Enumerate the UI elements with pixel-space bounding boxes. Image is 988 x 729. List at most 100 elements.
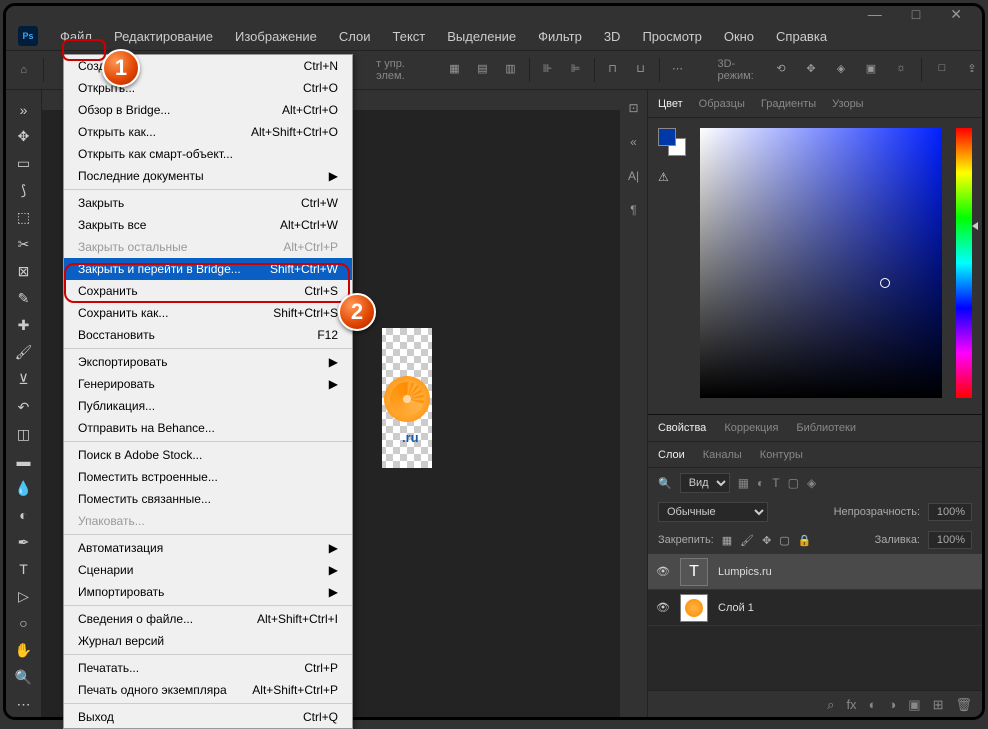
tab-adjustments[interactable]: Коррекция <box>724 422 778 434</box>
hand-tool[interactable]: ✋ <box>10 637 38 664</box>
blend-mode-select[interactable]: Обычные <box>658 502 768 522</box>
pen-tool[interactable]: ✒ <box>10 529 38 556</box>
more-tool[interactable]: ⋯ <box>10 691 38 718</box>
menu-view[interactable]: Просмотр <box>632 25 711 48</box>
dist-icon[interactable]: ⊔ <box>631 58 651 78</box>
menu-edit[interactable]: Редактирование <box>104 25 223 48</box>
visibility-toggle[interactable]: 👁 <box>656 601 670 614</box>
lasso-tool[interactable]: ⟆ <box>10 177 38 204</box>
menu-item[interactable]: Поиск в Adobe Stock... <box>64 444 352 466</box>
adjust-layer-icon[interactable]: ◑ <box>888 697 896 712</box>
menu-item[interactable]: СохранитьCtrl+S <box>64 280 352 302</box>
align-icon[interactable]: ▤ <box>473 58 493 78</box>
move-tool[interactable]: ✥ <box>10 123 38 150</box>
close-icon[interactable]: ✕ <box>950 6 962 23</box>
new-layer-icon[interactable]: ⊞ <box>933 697 944 713</box>
menu-item[interactable]: ВосстановитьF12 <box>64 324 352 346</box>
menu-help[interactable]: Справка <box>766 25 837 48</box>
menu-item[interactable]: Поместить встроенные... <box>64 466 352 488</box>
filter-text-icon[interactable]: T <box>772 476 779 490</box>
delete-layer-icon[interactable]: 🗑 <box>955 697 972 713</box>
menu-layers[interactable]: Слои <box>329 25 381 48</box>
filter-shape-icon[interactable]: ▢ <box>788 476 799 490</box>
crop-tool[interactable]: ✂ <box>10 231 38 258</box>
fx-icon[interactable]: fx <box>846 697 856 712</box>
dodge-tool[interactable]: ◐ <box>10 502 38 529</box>
visibility-toggle[interactable]: 👁 <box>656 565 670 578</box>
zoom-tool[interactable]: 🔍 <box>10 664 38 691</box>
brush-tool[interactable]: 🖌 <box>10 339 38 366</box>
tab-layers[interactable]: Слои <box>658 449 685 461</box>
wand-tool[interactable]: ⬚ <box>10 204 38 231</box>
3d-icon[interactable]: ✥ <box>801 58 821 78</box>
eyedrop-tool[interactable]: ✎ <box>10 285 38 312</box>
align-icon[interactable]: ▦ <box>445 58 465 78</box>
menu-select[interactable]: Выделение <box>437 25 526 48</box>
menu-item[interactable]: Печатать...Ctrl+P <box>64 657 352 679</box>
heal-tool[interactable]: ✚ <box>10 312 38 339</box>
menu-item[interactable]: ВыходCtrl+Q <box>64 706 352 728</box>
menu-item[interactable]: Обзор в Bridge...Alt+Ctrl+O <box>64 99 352 121</box>
filter-pixels-icon[interactable]: ▦ <box>738 476 749 490</box>
history-tool[interactable]: ↶ <box>10 394 38 421</box>
expand-icon[interactable]: » <box>10 96 38 123</box>
tab-swatches[interactable]: Образцы <box>699 98 745 110</box>
search-icon[interactable]: 🔍 <box>658 477 672 490</box>
dist-icon[interactable]: ⊓ <box>603 58 623 78</box>
align-icon[interactable]: ▥ <box>501 58 521 78</box>
maximize-icon[interactable]: □ <box>912 6 920 22</box>
blur-tool[interactable]: 💧 <box>10 475 38 502</box>
3d-icon[interactable]: ▣ <box>861 58 881 78</box>
more-icon[interactable]: ⋯ <box>668 58 688 78</box>
layer-name[interactable]: Lumpics.ru <box>718 566 772 578</box>
tab-properties[interactable]: Свойства <box>658 422 706 434</box>
type-tool[interactable]: T <box>10 556 38 583</box>
menu-item[interactable]: Сохранить как...Shift+Ctrl+S <box>64 302 352 324</box>
menu-item[interactable]: Печать одного экземпляраAlt+Shift+Ctrl+P <box>64 679 352 701</box>
filter-smart-icon[interactable]: ◈ <box>807 476 816 490</box>
filter-type-select[interactable]: Вид <box>680 473 730 493</box>
tab-libraries[interactable]: Библиотеки <box>796 422 856 434</box>
layer-row[interactable]: 👁 T Lumpics.ru <box>648 554 982 590</box>
menu-item[interactable]: Журнал версий <box>64 630 352 652</box>
menu-item[interactable]: Сценарии▶ <box>64 559 352 581</box>
menu-item[interactable]: Закрыть всеAlt+Ctrl+W <box>64 214 352 236</box>
view-icon[interactable]: □ <box>932 58 952 78</box>
menu-item[interactable]: Отправить на Behance... <box>64 417 352 439</box>
lock-move-icon[interactable]: ✥ <box>762 534 771 547</box>
menu-item[interactable]: Закрыть и перейти в Bridge...Shift+Ctrl+… <box>64 258 352 280</box>
marquee-tool[interactable]: ▭ <box>10 150 38 177</box>
group-icon[interactable]: ▣ <box>908 697 920 713</box>
para-panel-icon[interactable]: ¶ <box>624 200 644 220</box>
menu-file[interactable]: Файл <box>50 25 102 48</box>
hue-slider[interactable] <box>956 128 972 398</box>
menu-item[interactable]: Последние документы▶ <box>64 165 352 187</box>
align-icon[interactable]: ⊪ <box>538 58 558 78</box>
menu-item[interactable]: Экспортировать▶ <box>64 351 352 373</box>
lock-paint-icon[interactable]: 🖌 <box>740 534 754 547</box>
lock-trans-icon[interactable]: ▦ <box>722 534 732 547</box>
filter-adjust-icon[interactable]: ◐ <box>757 476 764 490</box>
menu-filter[interactable]: Фильтр <box>528 25 592 48</box>
lock-all-icon[interactable]: 🔒 <box>798 534 812 547</box>
tab-patterns[interactable]: Узоры <box>832 98 863 110</box>
3d-icon[interactable]: ◈ <box>831 58 851 78</box>
menu-text[interactable]: Текст <box>383 25 436 48</box>
layer-name[interactable]: Слой 1 <box>718 602 754 614</box>
menu-item[interactable]: Публикация... <box>64 395 352 417</box>
expand-icon[interactable]: « <box>624 132 644 152</box>
shape-tool[interactable]: ○ <box>10 610 38 637</box>
gradient-tool[interactable]: ▬ <box>10 448 38 475</box>
menu-item[interactable]: Автоматизация▶ <box>64 537 352 559</box>
menu-item[interactable]: Генерировать▶ <box>64 373 352 395</box>
3d-icon[interactable]: ⟲ <box>771 58 791 78</box>
menu-item[interactable]: Сведения о файле...Alt+Shift+Ctrl+I <box>64 608 352 630</box>
align-icon[interactable]: ⊫ <box>566 58 586 78</box>
link-layers-icon[interactable]: ⌕ <box>827 697 834 713</box>
char-panel-icon[interactable]: A| <box>624 166 644 186</box>
path-tool[interactable]: ▷ <box>10 583 38 610</box>
fill-field[interactable]: 100% <box>928 531 972 549</box>
opacity-field[interactable]: 100% <box>928 503 972 521</box>
erase-tool[interactable]: ◫ <box>10 421 38 448</box>
tab-color[interactable]: Цвет <box>658 98 683 110</box>
